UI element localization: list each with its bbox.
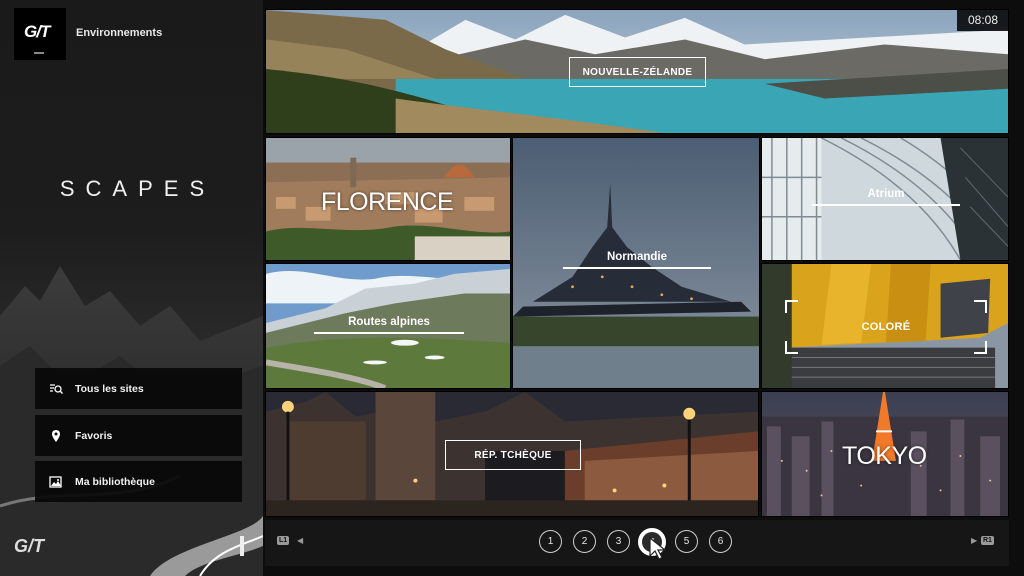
routes-alpines-underline [314, 332, 464, 334]
page-2-button[interactable]: 2 [573, 530, 596, 553]
prev-page-arrow-icon[interactable]: ◀ [297, 536, 303, 545]
favorites-button[interactable]: Favoris [35, 415, 242, 456]
tile-label-tokyo: TOKYO [842, 442, 927, 470]
next-page-arrow-icon[interactable]: ▶ [971, 536, 977, 545]
library-label: Ma bibliothèque [75, 475, 155, 488]
tile-label-florence: FLORENCE [321, 188, 454, 216]
location-pin-icon [49, 429, 63, 443]
all-sites-button[interactable]: Tous les sites [35, 368, 242, 409]
sidebar: G/T Environnements SCAPES Tous les sites… [0, 0, 263, 576]
tile-colore[interactable]: COLORÉ [761, 263, 1009, 389]
page-title: SCAPES [59, 176, 216, 201]
page-1-button[interactable]: 1 [539, 530, 562, 553]
l1-button[interactable]: L1 [277, 536, 290, 545]
library-button[interactable]: Ma bibliothèque [35, 461, 242, 502]
page-5-button[interactable]: 5 [675, 530, 698, 553]
pager-bar: L1 ◀ 1 2 3 4 5 6 ▶ R1 [265, 520, 1009, 566]
tile-new-zealand[interactable]: NOUVELLE-ZÉLANDE [265, 9, 1009, 134]
tile-label-routes-alpines: Routes alpines [314, 316, 464, 334]
gt-logo-icon: G/T [24, 22, 50, 41]
tile-label-atrium: Atrium [812, 188, 960, 206]
sidebar-mountain-road-background [0, 266, 263, 576]
tile-label-normandie: Normandie [563, 251, 711, 269]
page-3-button[interactable]: 3 [607, 530, 630, 553]
colore-frame-corners [785, 300, 987, 354]
favorites-label: Favoris [75, 429, 113, 442]
tile-routes-alpines[interactable]: Routes alpines [265, 263, 511, 389]
gt-footer-logo-icon: G/T [14, 536, 44, 556]
section-label: Environnements [76, 27, 163, 39]
tile-florence[interactable]: FLORENCE [265, 137, 511, 261]
r1-button[interactable]: R1 [981, 536, 994, 545]
normandie-underline [563, 267, 711, 269]
tile-atrium[interactable]: Atrium [761, 137, 1009, 261]
atrium-text: Atrium [867, 188, 905, 200]
tile-normandie[interactable]: Normandie [512, 137, 760, 389]
routes-alpines-text: Routes alpines [348, 316, 430, 328]
atrium-underline [812, 204, 960, 206]
gt-logo-tile[interactable]: G/T [14, 8, 66, 60]
tile-label-new-zealand: NOUVELLE-ZÉLANDE [569, 57, 706, 87]
logo-underline [34, 52, 44, 54]
normandie-text: Normandie [606, 251, 668, 263]
normandie-photo [513, 138, 759, 388]
tile-rep-tcheque[interactable]: RÉP. TCHÈQUE [265, 391, 759, 517]
tile-label-rep-tcheque: RÉP. TCHÈQUE [445, 440, 581, 470]
search-list-icon [49, 382, 63, 396]
photo-library-icon [49, 475, 63, 489]
page-6-button[interactable]: 6 [709, 530, 732, 553]
clock: 08:08 [957, 9, 1009, 31]
all-sites-label: Tous les sites [75, 382, 144, 395]
pointer-cursor-icon [649, 536, 667, 560]
tile-tokyo[interactable]: TOKYO [761, 391, 1009, 517]
